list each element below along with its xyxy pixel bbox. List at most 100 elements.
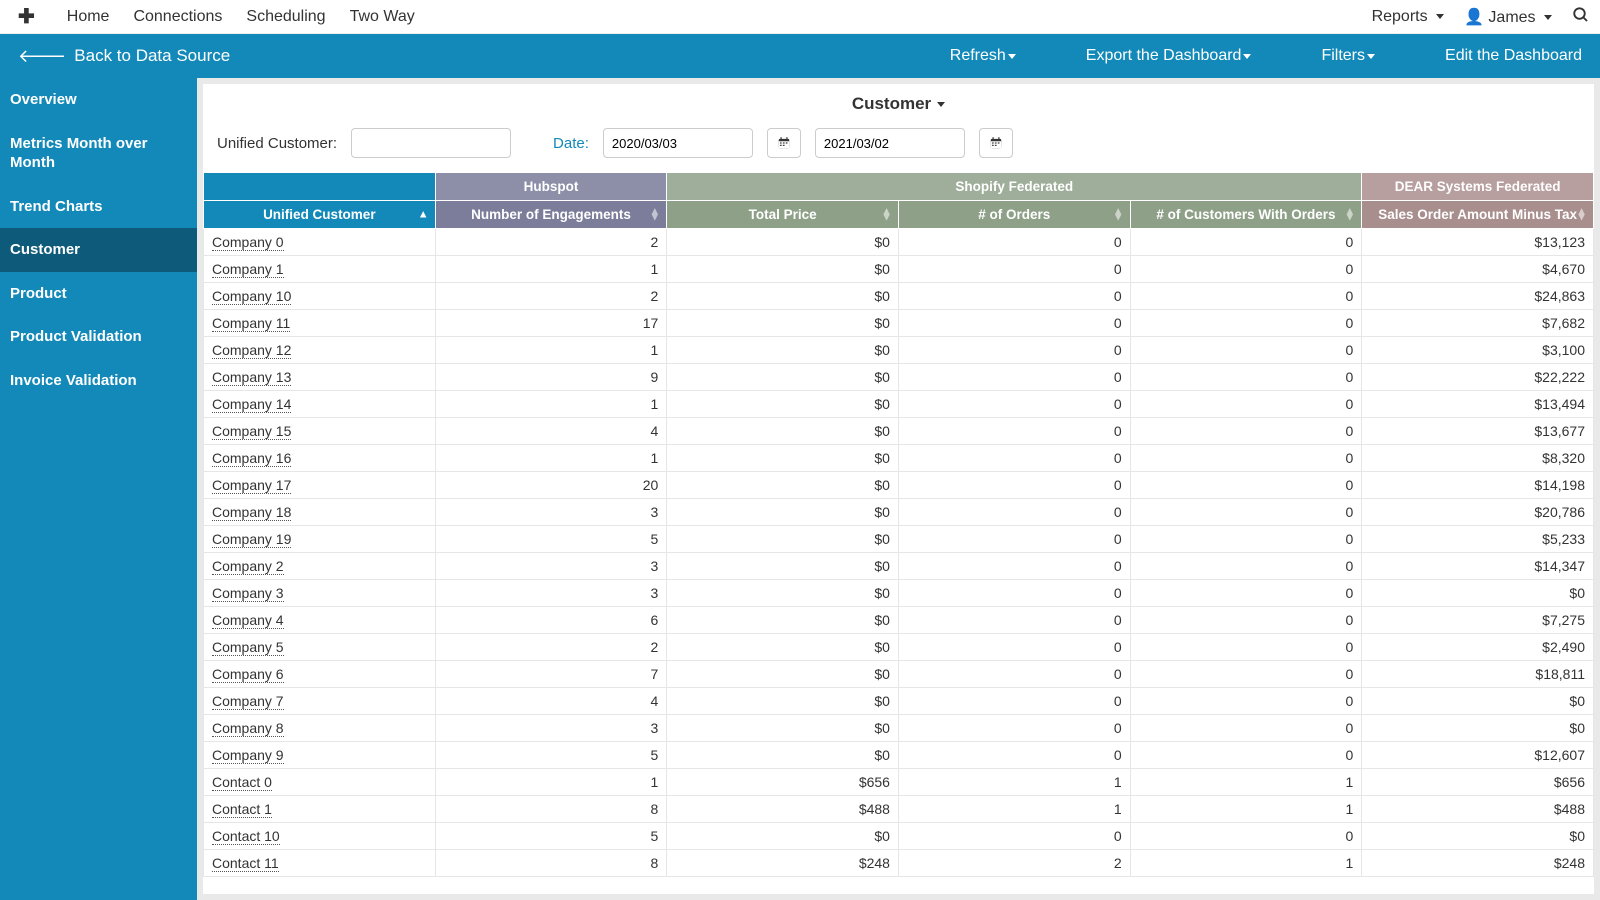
sidebar-item-metrics-month-over-month[interactable]: Metrics Month over Month (0, 122, 197, 185)
unified-customer-input[interactable] (351, 128, 511, 158)
customer-link[interactable]: Company 10 (212, 288, 291, 305)
customer-link[interactable]: Company 3 (212, 585, 284, 602)
cell-orders: 0 (898, 580, 1130, 607)
customer-link[interactable]: Company 14 (212, 396, 291, 413)
cell-sales-order: $22,222 (1362, 364, 1594, 391)
sidebar-item-invoice-validation[interactable]: Invoice Validation (0, 359, 197, 403)
cell-total-price: $0 (667, 661, 899, 688)
cell-sales-order: $13,123 (1362, 229, 1594, 256)
date-from-input[interactable] (603, 128, 753, 158)
panel-title-dropdown[interactable]: Customer (203, 84, 1594, 120)
cell-customers-with-orders: 0 (1130, 661, 1362, 688)
user-menu[interactable]: 👤 James (1464, 7, 1552, 27)
customer-link[interactable]: Company 13 (212, 369, 291, 386)
filter-row: Unified Customer: Date: (203, 120, 1594, 172)
customer-link[interactable]: Company 18 (212, 504, 291, 521)
nav-connections[interactable]: Connections (133, 8, 222, 26)
refresh-label: Refresh (950, 47, 1006, 65)
customer-link[interactable]: Company 2 (212, 558, 284, 575)
nav-home[interactable]: Home (67, 8, 110, 26)
cell-customers-with-orders: 0 (1130, 418, 1362, 445)
cell-engagements: 3 (435, 715, 667, 742)
cell-orders: 0 (898, 391, 1130, 418)
customer-link[interactable]: Contact 1 (212, 801, 272, 818)
cell-sales-order: $4,670 (1362, 256, 1594, 283)
edit-dashboard-button[interactable]: Edit the Dashboard (1445, 47, 1582, 65)
customer-link[interactable]: Company 6 (212, 666, 284, 683)
customer-link[interactable]: Company 8 (212, 720, 284, 737)
date-label-dropdown[interactable]: Date: (553, 135, 589, 152)
cell-engagements: 3 (435, 553, 667, 580)
cell-name: Company 1 (204, 256, 436, 283)
table-wrap[interactable]: Hubspot Shopify Federated DEAR Systems F… (203, 172, 1594, 894)
customer-link[interactable]: Company 17 (212, 477, 291, 494)
date-to-picker-button[interactable] (979, 128, 1013, 158)
table-row: Company 02$000$13,123 (204, 229, 1594, 256)
cell-sales-order: $3,100 (1362, 337, 1594, 364)
cell-customers-with-orders: 1 (1130, 769, 1362, 796)
table-row: Contact 105$000$0 (204, 823, 1594, 850)
col-customers-with-orders[interactable]: # of Customers With Orders ▲▼ (1130, 201, 1362, 229)
sidebar-item-trend-charts[interactable]: Trend Charts (0, 185, 197, 229)
col-engagements[interactable]: Number of Engagements ▲▼ (435, 201, 667, 229)
sidebar-item-customer[interactable]: Customer (0, 228, 197, 272)
customer-link[interactable]: Company 12 (212, 342, 291, 359)
cell-engagements: 5 (435, 742, 667, 769)
back-link[interactable]: 🡐 Back to Data Source (18, 46, 230, 67)
date-from-picker-button[interactable] (767, 128, 801, 158)
table-row: Contact 01$65611$656 (204, 769, 1594, 796)
reports-dropdown[interactable]: Reports (1372, 8, 1444, 26)
filters-dropdown[interactable]: Filters (1321, 47, 1375, 65)
customer-link[interactable]: Company 16 (212, 450, 291, 467)
customer-link[interactable]: Company 5 (212, 639, 284, 656)
customer-link[interactable]: Contact 0 (212, 774, 272, 791)
table-row: Company 33$000$0 (204, 580, 1594, 607)
col-total-price[interactable]: Total Price ▲▼ (667, 201, 899, 229)
plus-icon[interactable]: ✚ (10, 4, 43, 29)
cell-total-price: $0 (667, 310, 899, 337)
cell-engagements: 17 (435, 310, 667, 337)
table-row: Company 141$000$13,494 (204, 391, 1594, 418)
customer-link[interactable]: Company 4 (212, 612, 284, 629)
export-dropdown[interactable]: Export the Dashboard (1086, 47, 1252, 65)
customer-link[interactable]: Company 9 (212, 747, 284, 764)
sidebar-item-overview[interactable]: Overview (0, 78, 197, 122)
customer-link[interactable]: Company 19 (212, 531, 291, 548)
cell-customers-with-orders: 0 (1130, 310, 1362, 337)
cell-sales-order: $488 (1362, 796, 1594, 823)
filters-label: Filters (1321, 47, 1365, 65)
customer-link[interactable]: Company 7 (212, 693, 284, 710)
customer-link[interactable]: Company 1 (212, 261, 284, 278)
cell-name: Company 12 (204, 337, 436, 364)
cell-total-price: $0 (667, 364, 899, 391)
cell-name: Company 4 (204, 607, 436, 634)
table-row: Company 95$000$12,607 (204, 742, 1594, 769)
col-orders[interactable]: # of Orders ▲▼ (898, 201, 1130, 229)
col-unified-customer[interactable]: Unified Customer ▲ (204, 201, 436, 229)
customer-link[interactable]: Contact 10 (212, 828, 280, 845)
search-icon[interactable] (1572, 6, 1590, 27)
nav-two-way[interactable]: Two Way (350, 8, 415, 26)
cell-name: Company 0 (204, 229, 436, 256)
customer-link[interactable]: Company 15 (212, 423, 291, 440)
date-to-input[interactable] (815, 128, 965, 158)
customer-link[interactable]: Company 11 (212, 315, 290, 332)
cell-orders: 0 (898, 499, 1130, 526)
sidebar-item-product-validation[interactable]: Product Validation (0, 315, 197, 359)
cell-sales-order: $2,490 (1362, 634, 1594, 661)
refresh-dropdown[interactable]: Refresh (950, 47, 1016, 65)
sidebar-item-product[interactable]: Product (0, 272, 197, 316)
cell-customers-with-orders: 0 (1130, 688, 1362, 715)
cell-customers-with-orders: 0 (1130, 256, 1362, 283)
cell-orders: 0 (898, 634, 1130, 661)
cell-orders: 0 (898, 364, 1130, 391)
group-header-unified (204, 173, 436, 201)
customer-link[interactable]: Company 0 (212, 234, 284, 251)
customer-link[interactable]: Contact 11 (212, 855, 279, 872)
col-uc-label: Unified Customer (263, 207, 376, 222)
col-sales-order[interactable]: Sales Order Amount Minus Tax ▲▼ (1362, 201, 1594, 229)
cell-total-price: $0 (667, 256, 899, 283)
cell-total-price: $0 (667, 229, 899, 256)
nav-scheduling[interactable]: Scheduling (246, 8, 325, 26)
cell-name: Contact 11 (204, 850, 436, 877)
